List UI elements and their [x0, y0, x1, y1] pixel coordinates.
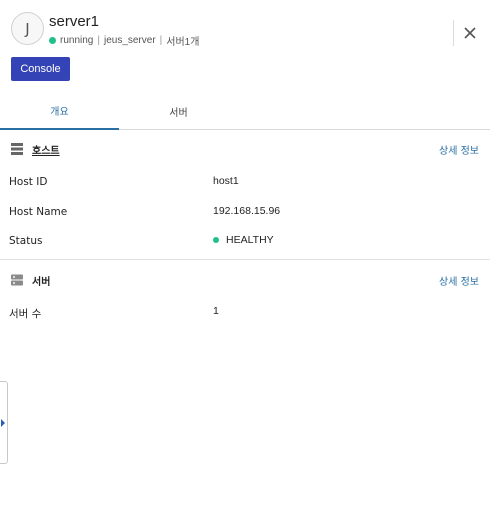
host-section-header: 호스트 상세 정보: [0, 139, 490, 159]
host-name-label: Host Name: [9, 206, 68, 218]
server-icon: [11, 274, 23, 286]
host-status-value: HEALTHY: [213, 234, 274, 246]
server-section-header: 서버 상세 정보: [0, 270, 490, 290]
server-detail-link[interactable]: 상세 정보: [439, 273, 479, 288]
header-divider: [453, 20, 454, 46]
host-detail-link[interactable]: 상세 정보: [439, 142, 479, 157]
host-status-label: Status: [9, 235, 43, 247]
separator: |: [159, 35, 163, 46]
close-icon: [464, 27, 476, 39]
server-count-label: 서버 수: [9, 308, 42, 320]
avatar-letter: J: [25, 19, 30, 38]
page-title: server1: [49, 13, 100, 30]
host-id-value: host1: [213, 175, 239, 187]
tab-overview[interactable]: 개요: [0, 93, 119, 130]
chevron-right-icon: [1, 419, 5, 427]
host-name-value: 192.168.15.96: [213, 205, 281, 217]
close-button[interactable]: [461, 24, 479, 42]
console-button[interactable]: Console: [11, 57, 70, 81]
server-summary: running | jeus_server | 서버1개: [49, 33, 199, 48]
host-section-title: 호스트: [32, 146, 60, 157]
section-divider: [0, 259, 490, 260]
status-text: running: [60, 35, 94, 46]
tab-server[interactable]: 서버: [119, 93, 238, 130]
server-count-value: 1: [213, 305, 219, 317]
server-section-title: 서버: [32, 277, 51, 288]
host-status-text: HEALTHY: [226, 234, 274, 246]
status-dot-icon: [49, 37, 56, 44]
separator: |: [97, 35, 100, 46]
healthy-dot-icon: [213, 237, 219, 243]
server-count-row: 서버 수 1: [0, 305, 490, 321]
server-type: jeus_server: [103, 35, 156, 46]
host-id-label: Host ID: [9, 176, 48, 188]
host-icon: [11, 143, 23, 155]
server-count: 서버1개: [166, 37, 200, 48]
avatar: J: [11, 12, 44, 45]
tab-bar: 개요 서버: [0, 93, 490, 130]
panel-toggle-handle[interactable]: [0, 381, 8, 464]
host-status-row: Status HEALTHY: [0, 234, 490, 250]
host-name-row: Host Name 192.168.15.96: [0, 205, 490, 221]
host-id-row: Host ID host1: [0, 175, 490, 191]
